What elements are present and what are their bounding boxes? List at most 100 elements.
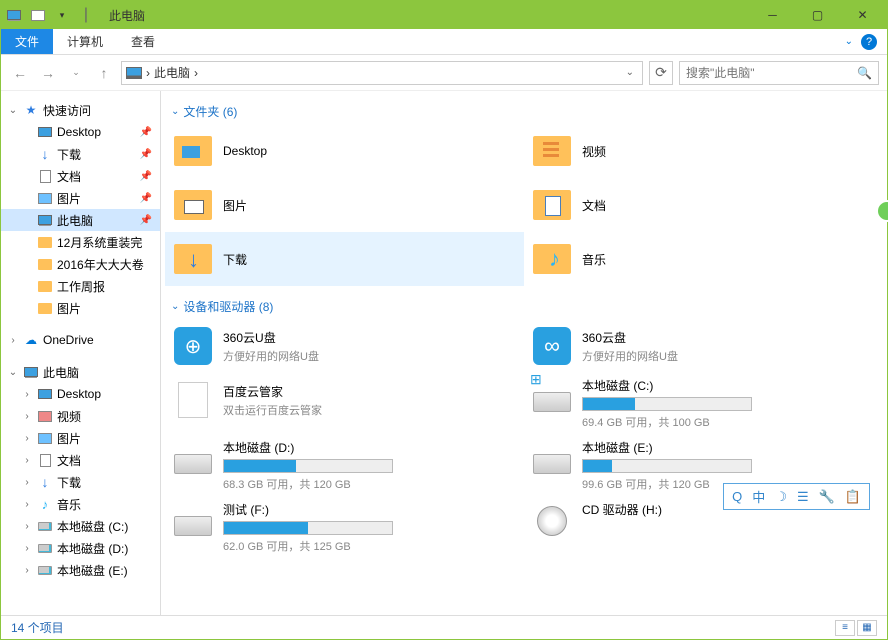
drive-label: 本地磁盘 (E:) (582, 439, 855, 456)
ime-btn-5[interactable]: 📋 (845, 489, 861, 505)
ime-btn-1[interactable]: 中 (752, 487, 765, 506)
sidebar-this-pc[interactable]: ⌄此电脑 (1, 361, 160, 383)
window-title: 此电脑 (109, 7, 145, 24)
pc-icon (37, 213, 53, 227)
section-header-devices[interactable]: ⌄设备和驱动器 (8) (161, 294, 887, 319)
sidebar-quick-item[interactable]: 工作周报 (1, 275, 160, 297)
nav-forward[interactable]: → (37, 62, 59, 84)
section-header-folders[interactable]: ⌄文件夹 (6) (161, 99, 887, 124)
search-box[interactable]: 🔍 (679, 61, 879, 85)
qat-pc-icon[interactable] (3, 5, 25, 25)
sidebar-pc-item[interactable]: › 视频 (1, 405, 160, 427)
maximize-button[interactable]: ▢ (795, 2, 840, 28)
chevron-icon[interactable]: › (21, 411, 33, 422)
device-item[interactable]: ∞360云盘方便好用的网络U盘 (524, 319, 883, 373)
sidebar-quick-item[interactable]: 图片📌 (1, 187, 160, 209)
sidebar-onedrive[interactable]: ›☁OneDrive (1, 329, 160, 351)
chevron-icon[interactable]: › (21, 543, 33, 554)
nav-recent[interactable]: ⌄ (65, 62, 87, 84)
sidebar-quick-item[interactable]: 图片 (1, 297, 160, 319)
refresh-button[interactable]: ⟳ (649, 61, 673, 85)
menu-computer[interactable]: 计算机 (53, 29, 117, 54)
search-input[interactable] (686, 66, 857, 80)
sidebar-pc-item[interactable]: ›↓下载 (1, 471, 160, 493)
sidebar-pc-item[interactable]: ›文档 (1, 449, 160, 471)
breadcrumb[interactable]: › 此电脑 › ⌄ (121, 61, 643, 85)
item-label: 360云U盘 (223, 329, 319, 346)
folder-item[interactable]: 视频 (524, 124, 883, 178)
folder-item[interactable]: 图片 (165, 178, 524, 232)
menu-view[interactable]: 查看 (117, 29, 169, 54)
cd-icon (532, 501, 572, 541)
sidebar-quick-access[interactable]: ⌄★快速访问 (1, 99, 160, 121)
ime-toolbar[interactable]: Q中 ☽ ☰ 🔧 📋 (723, 483, 870, 510)
minimize-button[interactable]: ─ (750, 2, 795, 28)
sidebar-quick-item[interactable]: 此电脑📌 (1, 209, 160, 231)
folder-item[interactable]: 下载 (165, 232, 524, 286)
pic-icon (37, 191, 53, 205)
chevron-icon[interactable]: › (21, 455, 33, 466)
sidebar-quick-item[interactable]: ↓下载📌 (1, 143, 160, 165)
folder-item[interactable]: Desktop (165, 124, 524, 178)
close-button[interactable]: ✕ (840, 2, 885, 28)
chevron-icon[interactable]: › (21, 521, 33, 532)
tree-label: 视频 (57, 408, 160, 425)
sidebar-pc-item[interactable]: ›Desktop (1, 383, 160, 405)
sidebar-pc-item[interactable]: ›本地磁盘 (E:) (1, 559, 160, 581)
sidebar-pc-item[interactable]: › 本地磁盘 (D:) (1, 537, 160, 559)
nav-bar: ← → ⌄ ↑ › 此电脑 › ⌄ ⟳ 🔍 (1, 55, 887, 91)
qat-dropdown[interactable]: ▾ (51, 5, 73, 25)
ime-btn-0[interactable]: Q (732, 489, 742, 504)
drive-item[interactable]: 本地磁盘 (D:)68.3 GB 可用，共 120 GB (165, 435, 524, 497)
device-item[interactable]: 百度云管家双击运行百度云管家 (165, 373, 524, 427)
tree-label: OneDrive (43, 333, 160, 347)
folder-icon (532, 133, 572, 169)
folder-item[interactable]: 音乐 (524, 232, 883, 286)
chevron-icon[interactable]: ⌄ (7, 367, 19, 378)
drive-item[interactable]: 本地磁盘 (C:)69.4 GB 可用，共 100 GB (524, 373, 883, 435)
breadcrumb-dropdown[interactable]: ⌄ (622, 67, 638, 78)
breadcrumb-path[interactable]: 此电脑 (154, 64, 190, 81)
sidebar-quick-item[interactable]: 12月系统重装完 (1, 231, 160, 253)
folder-item[interactable]: 文档 (524, 178, 883, 232)
drive-icon (37, 563, 53, 577)
chevron-icon[interactable]: › (21, 389, 33, 400)
qat-folder-icon[interactable] (27, 5, 49, 25)
tree-label: 本地磁盘 (D:) (57, 540, 160, 557)
sidebar-quick-item[interactable]: 文档📌 (1, 165, 160, 187)
ime-btn-2[interactable]: ☽ (775, 489, 787, 505)
folder-icon (37, 279, 53, 293)
chevron-icon[interactable]: › (7, 335, 19, 346)
sidebar-quick-item[interactable]: 2016年大大大卷 (1, 253, 160, 275)
device-item[interactable]: ⊕360云U盘方便好用的网络U盘 (165, 319, 524, 373)
menu-bar: 文件 计算机 查看 ⌄ ? (1, 29, 887, 55)
chevron-icon[interactable]: › (21, 499, 33, 510)
item-label: Desktop (223, 144, 267, 158)
free-space: 62.0 GB 可用，共 125 GB (223, 538, 496, 554)
view-details[interactable]: ≡ (835, 620, 855, 636)
chevron-icon[interactable]: › (21, 433, 33, 444)
ribbon-toggle-icon[interactable]: ⌄ (845, 36, 853, 47)
menu-file[interactable]: 文件 (1, 29, 53, 54)
search-icon[interactable]: 🔍 (857, 66, 872, 80)
chevron-icon[interactable]: ⌄ (7, 105, 19, 116)
pic-icon (37, 431, 53, 445)
drive-item[interactable]: 测试 (F:)62.0 GB 可用，共 125 GB (165, 497, 524, 559)
ime-btn-3[interactable]: ☰ (797, 489, 809, 505)
sidebar-pc-item[interactable]: ›图片 (1, 427, 160, 449)
nav-up[interactable]: ↑ (93, 62, 115, 84)
sidebar-quick-item[interactable]: Desktop📌 (1, 121, 160, 143)
chevron-icon[interactable]: › (21, 565, 33, 576)
help-icon[interactable]: ? (861, 34, 877, 50)
tree-label: 下载 (57, 474, 160, 491)
chevron-icon[interactable]: › (21, 477, 33, 488)
folder-icon (173, 133, 213, 169)
sidebar-pc-item[interactable]: ›♪音乐 (1, 493, 160, 515)
content: ⌄文件夹 (6) Desktop 视频图片文档下载音乐 ⌄设备和驱动器 (8)⊕360… (161, 91, 887, 615)
nav-back[interactable]: ← (9, 62, 31, 84)
sidebar-pc-item[interactable]: ›本地磁盘 (C:) (1, 515, 160, 537)
ime-btn-4[interactable]: 🔧 (819, 489, 835, 505)
star-icon: ★ (23, 103, 39, 117)
view-icons[interactable]: ▦ (857, 620, 877, 636)
tree-label: 此电脑 (57, 212, 136, 229)
